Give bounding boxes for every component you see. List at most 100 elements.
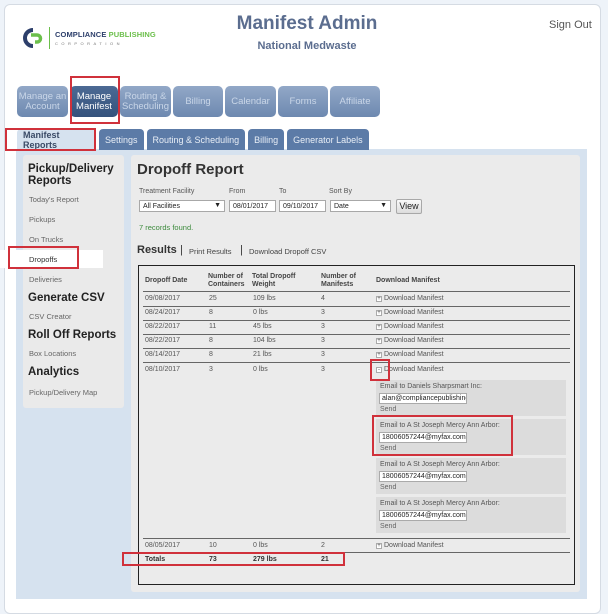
nav-routing-scheduling[interactable]: Routing & Scheduling [120,86,171,117]
email-input[interactable]: 18006057244@myfax.com [379,471,467,482]
row-divider [143,538,570,539]
email-input[interactable]: 18006057244@myfax.com [379,432,467,443]
sidebar-item-pickup-delivery-map[interactable]: Pickup/Delivery Map [29,388,97,397]
sidebar-item-dropoffs[interactable]: Dropoffs [29,255,57,264]
cell-containers: 11 [209,323,217,330]
from-date-input[interactable]: 08/01/2017 [229,200,276,212]
cell-containers: 25 [209,295,217,302]
sign-out-link[interactable]: Sign Out [549,19,592,31]
to-date-input[interactable]: 09/10/2017 [279,200,326,212]
sidebar-item-todays-report[interactable]: Today's Report [29,195,79,204]
cell-weight: 109 lbs [253,295,276,302]
download-manifest-link[interactable]: + Download Manifest [376,323,444,330]
tab-generator-labels[interactable]: Generator Labels [287,129,369,150]
cell-manifests: 3 [321,309,325,316]
cell-date: 08/22/2017 [145,323,181,330]
tab-settings[interactable]: Settings [99,129,144,150]
tab-billing[interactable]: Billing [248,129,285,150]
send-link[interactable]: Send [380,445,396,452]
download-manifest-label[interactable]: Download Manifest [384,542,444,549]
sub-tabs: Manifest Reports Settings Routing & Sche… [17,129,369,150]
sidebar-item-on-trucks[interactable]: On Trucks [29,235,63,244]
sidebar-item-box-locations[interactable]: Box Locations [29,349,76,358]
download-manifest-link[interactable]: + Download Manifest [376,542,444,549]
sidebar-item-deliveries[interactable]: Deliveries [29,275,62,284]
email-input[interactable]: 18006057244@myfax.com [379,510,467,521]
download-manifest-label[interactable]: Download Manifest [384,309,444,316]
email-label: Email to A St Joseph Mercy Ann Arbor: [380,461,500,468]
column-header-weight: Total Dropoff Weight [252,273,296,288]
download-manifest-label[interactable]: Download Manifest [384,323,444,330]
expand-icon[interactable]: + [376,323,382,330]
nav-manage-manifest[interactable]: Manage Manifest [70,86,118,117]
report-title: Dropoff Report [137,161,244,178]
nav-manage-account[interactable]: Manage an Account [17,86,68,117]
totals-label: Totals [145,556,166,563]
header-divider [143,291,570,292]
cell-containers: 8 [209,309,213,316]
download-manifest-link[interactable]: - Download Manifest [376,366,444,373]
download-manifest-label[interactable]: Download Manifest [384,337,444,344]
sidebar-heading-pickup-delivery: Pickup/Delivery Reports [28,163,114,187]
sidebar-item-csv-creator[interactable]: CSV Creator [29,312,72,321]
send-link[interactable]: Send [380,523,396,530]
expand-icon[interactable]: + [376,309,382,316]
email-label: Email to A St Joseph Mercy Ann Arbor: [380,500,500,507]
send-link[interactable]: Send [380,406,396,413]
dropdown-arrow-icon: ▼ [214,202,221,209]
logo-tagline: CORPORATION [55,41,123,46]
records-found: 7 records found. [139,223,194,232]
nav-affiliate[interactable]: Affiliate [330,86,380,117]
cell-manifests: 2 [321,542,325,549]
email-block: Email to A St Joseph Mercy Ann Arbor: 18… [376,497,566,533]
compliance-publishing-logo-icon [23,28,43,48]
cell-weight: 104 lbs [253,337,276,344]
nav-forms[interactable]: Forms [278,86,328,117]
view-button[interactable]: View [396,199,422,214]
expand-icon[interactable]: + [376,542,382,549]
download-manifest-label[interactable]: Download Manifest [384,366,444,373]
cell-containers: 10 [209,542,217,549]
cell-containers: 8 [209,351,213,358]
sidebar-heading-analytics: Analytics [28,366,80,378]
download-csv-link[interactable]: Download Dropoff CSV [249,247,326,256]
cell-date: 08/24/2017 [145,309,181,316]
download-manifest-label[interactable]: Download Manifest [384,351,444,358]
expand-icon[interactable]: - [376,366,382,373]
column-header-manifests: Number of Manifests [321,273,356,288]
expand-icon[interactable]: + [376,295,382,302]
print-results-link[interactable]: Print Results [189,247,232,256]
tab-routing-scheduling[interactable]: Routing & Scheduling [146,129,246,150]
download-manifest-label[interactable]: Download Manifest [384,295,444,302]
row-divider [143,334,570,335]
row-divider [143,320,570,321]
download-manifest-link[interactable]: + Download Manifest [376,309,444,316]
cell-date: 09/08/2017 [145,295,181,302]
send-link[interactable]: Send [380,484,396,491]
email-input[interactable]: alan@compliancepublishing [379,393,467,404]
logo-name: COMPLIANCE PUBLISHING [55,30,156,39]
facility-label: Treatment Facility [139,188,195,195]
tab-manifest-reports[interactable]: Manifest Reports [17,129,96,150]
download-manifest-link[interactable]: + Download Manifest [376,351,444,358]
email-label: Email to A St Joseph Mercy Ann Arbor: [380,422,500,429]
cell-containers: 3 [209,366,213,373]
row-divider [143,306,570,307]
expand-icon[interactable]: + [376,351,382,358]
cell-date: 08/05/2017 [145,542,181,549]
sort-label: Sort By [329,188,352,195]
nav-billing[interactable]: Billing [173,86,223,117]
nav-calendar[interactable]: Calendar [225,86,276,117]
totals-manifests: 21 [321,556,329,563]
download-manifest-link[interactable]: + Download Manifest [376,295,444,302]
totals-weight: 279 lbs [253,556,277,563]
totals-containers: 73 [209,556,217,563]
expand-icon[interactable]: + [376,337,382,344]
page-title: Manifest Admin [236,13,378,34]
sort-by-select[interactable]: Date ▼ [330,200,391,212]
sidebar-item-pickups[interactable]: Pickups [29,215,55,224]
cell-weight: 21 lbs [253,351,272,358]
download-manifest-link[interactable]: + Download Manifest [376,337,444,344]
facility-select[interactable]: All Facilities ▼ [139,200,225,212]
sidebar-heading-generate-csv: Generate CSV [28,292,105,304]
